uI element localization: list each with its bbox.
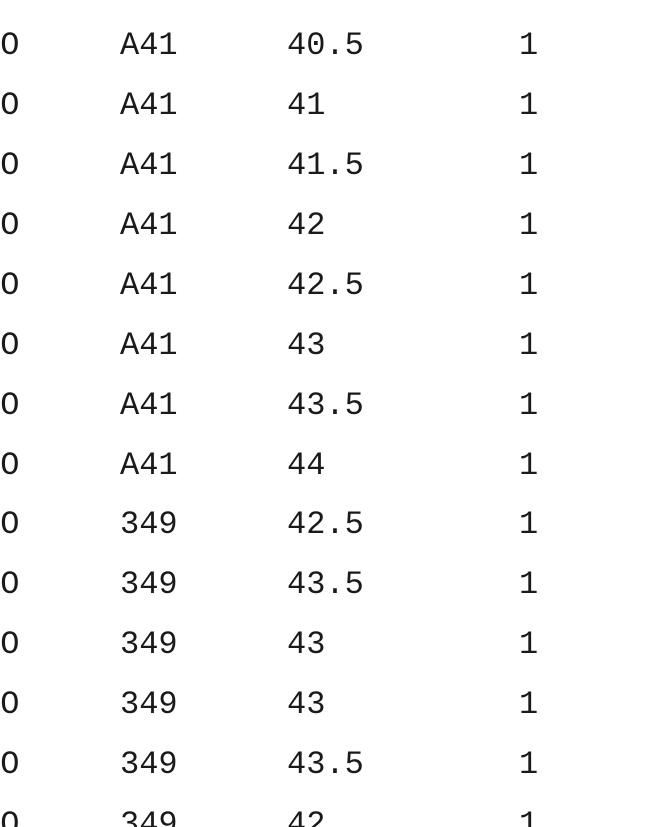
code-cell: MO (0, 626, 20, 663)
model-cell: A41 (120, 447, 178, 484)
table-row: MO A41 44 1 (0, 436, 658, 496)
table-row: MO 349 43 1 (0, 615, 658, 675)
table-row: MO A41 42 1 (0, 196, 658, 256)
table-row: MO A41 42.5 1 (0, 256, 658, 316)
size-cell: 41 (287, 87, 326, 124)
model-cell: A41 (120, 387, 178, 424)
quantity-cell: 1 (519, 447, 539, 484)
table-row: MO 349 43 1 (0, 675, 658, 735)
table-row: MO A41 43.5 1 (0, 376, 658, 436)
model-cell: 349 (120, 566, 178, 603)
quantity-cell: 1 (519, 207, 539, 244)
size-cell: 42.5 (287, 267, 364, 304)
code-cell: MO (0, 566, 20, 603)
quantity-cell: 1 (519, 806, 539, 827)
table-row: MO A41 41 1 (0, 76, 658, 136)
code-cell: MO (0, 686, 20, 723)
model-cell: A41 (120, 267, 178, 304)
quantity-cell: 1 (519, 87, 539, 124)
code-cell: MO (0, 267, 20, 304)
code-cell: MO (0, 147, 20, 184)
code-cell: MO (0, 387, 20, 424)
model-cell: 349 (120, 626, 178, 663)
table-row: MO 349 42 1 (0, 795, 658, 827)
data-table: MO A41 40.5 1 MO A41 41 1 MO A41 41.5 1 … (0, 0, 658, 827)
model-cell: A41 (120, 87, 178, 124)
quantity-cell: 1 (519, 506, 539, 543)
table-row: MO A41 41.5 1 (0, 136, 658, 196)
size-cell: 43.5 (287, 566, 364, 603)
table-row: MO 349 43.5 1 (0, 555, 658, 615)
quantity-cell: 1 (519, 746, 539, 783)
size-cell: 43 (287, 626, 326, 663)
code-cell: MO (0, 327, 20, 364)
size-cell: 43 (287, 686, 326, 723)
model-cell: 349 (120, 806, 178, 827)
model-cell: 349 (120, 686, 178, 723)
model-cell: A41 (120, 207, 178, 244)
code-cell: MO (0, 447, 20, 484)
table-row: MO A41 40.5 1 (0, 16, 658, 76)
table-row: MO 349 42.5 1 (0, 495, 658, 555)
size-cell: 40.5 (287, 27, 364, 64)
size-cell: 43 (287, 327, 326, 364)
code-cell: MO (0, 27, 20, 64)
size-cell: 41.5 (287, 147, 364, 184)
quantity-cell: 1 (519, 626, 539, 663)
code-cell: MO (0, 806, 20, 827)
size-cell: 42 (287, 806, 326, 827)
model-cell: A41 (120, 147, 178, 184)
code-cell: MO (0, 506, 20, 543)
quantity-cell: 1 (519, 27, 539, 64)
model-cell: A41 (120, 27, 178, 64)
size-cell: 42 (287, 207, 326, 244)
table-row: MO 349 43.5 1 (0, 735, 658, 795)
quantity-cell: 1 (519, 686, 539, 723)
model-cell: 349 (120, 746, 178, 783)
code-cell: MO (0, 746, 20, 783)
quantity-cell: 1 (519, 566, 539, 603)
size-cell: 42.5 (287, 506, 364, 543)
code-cell: MO (0, 207, 20, 244)
size-cell: 43.5 (287, 746, 364, 783)
size-cell: 44 (287, 447, 326, 484)
quantity-cell: 1 (519, 147, 539, 184)
quantity-cell: 1 (519, 267, 539, 304)
code-cell: MO (0, 87, 20, 124)
quantity-cell: 1 (519, 327, 539, 364)
model-cell: A41 (120, 327, 178, 364)
size-cell: 43.5 (287, 387, 364, 424)
table-row: MO A41 43 1 (0, 316, 658, 376)
quantity-cell: 1 (519, 387, 539, 424)
model-cell: 349 (120, 506, 178, 543)
